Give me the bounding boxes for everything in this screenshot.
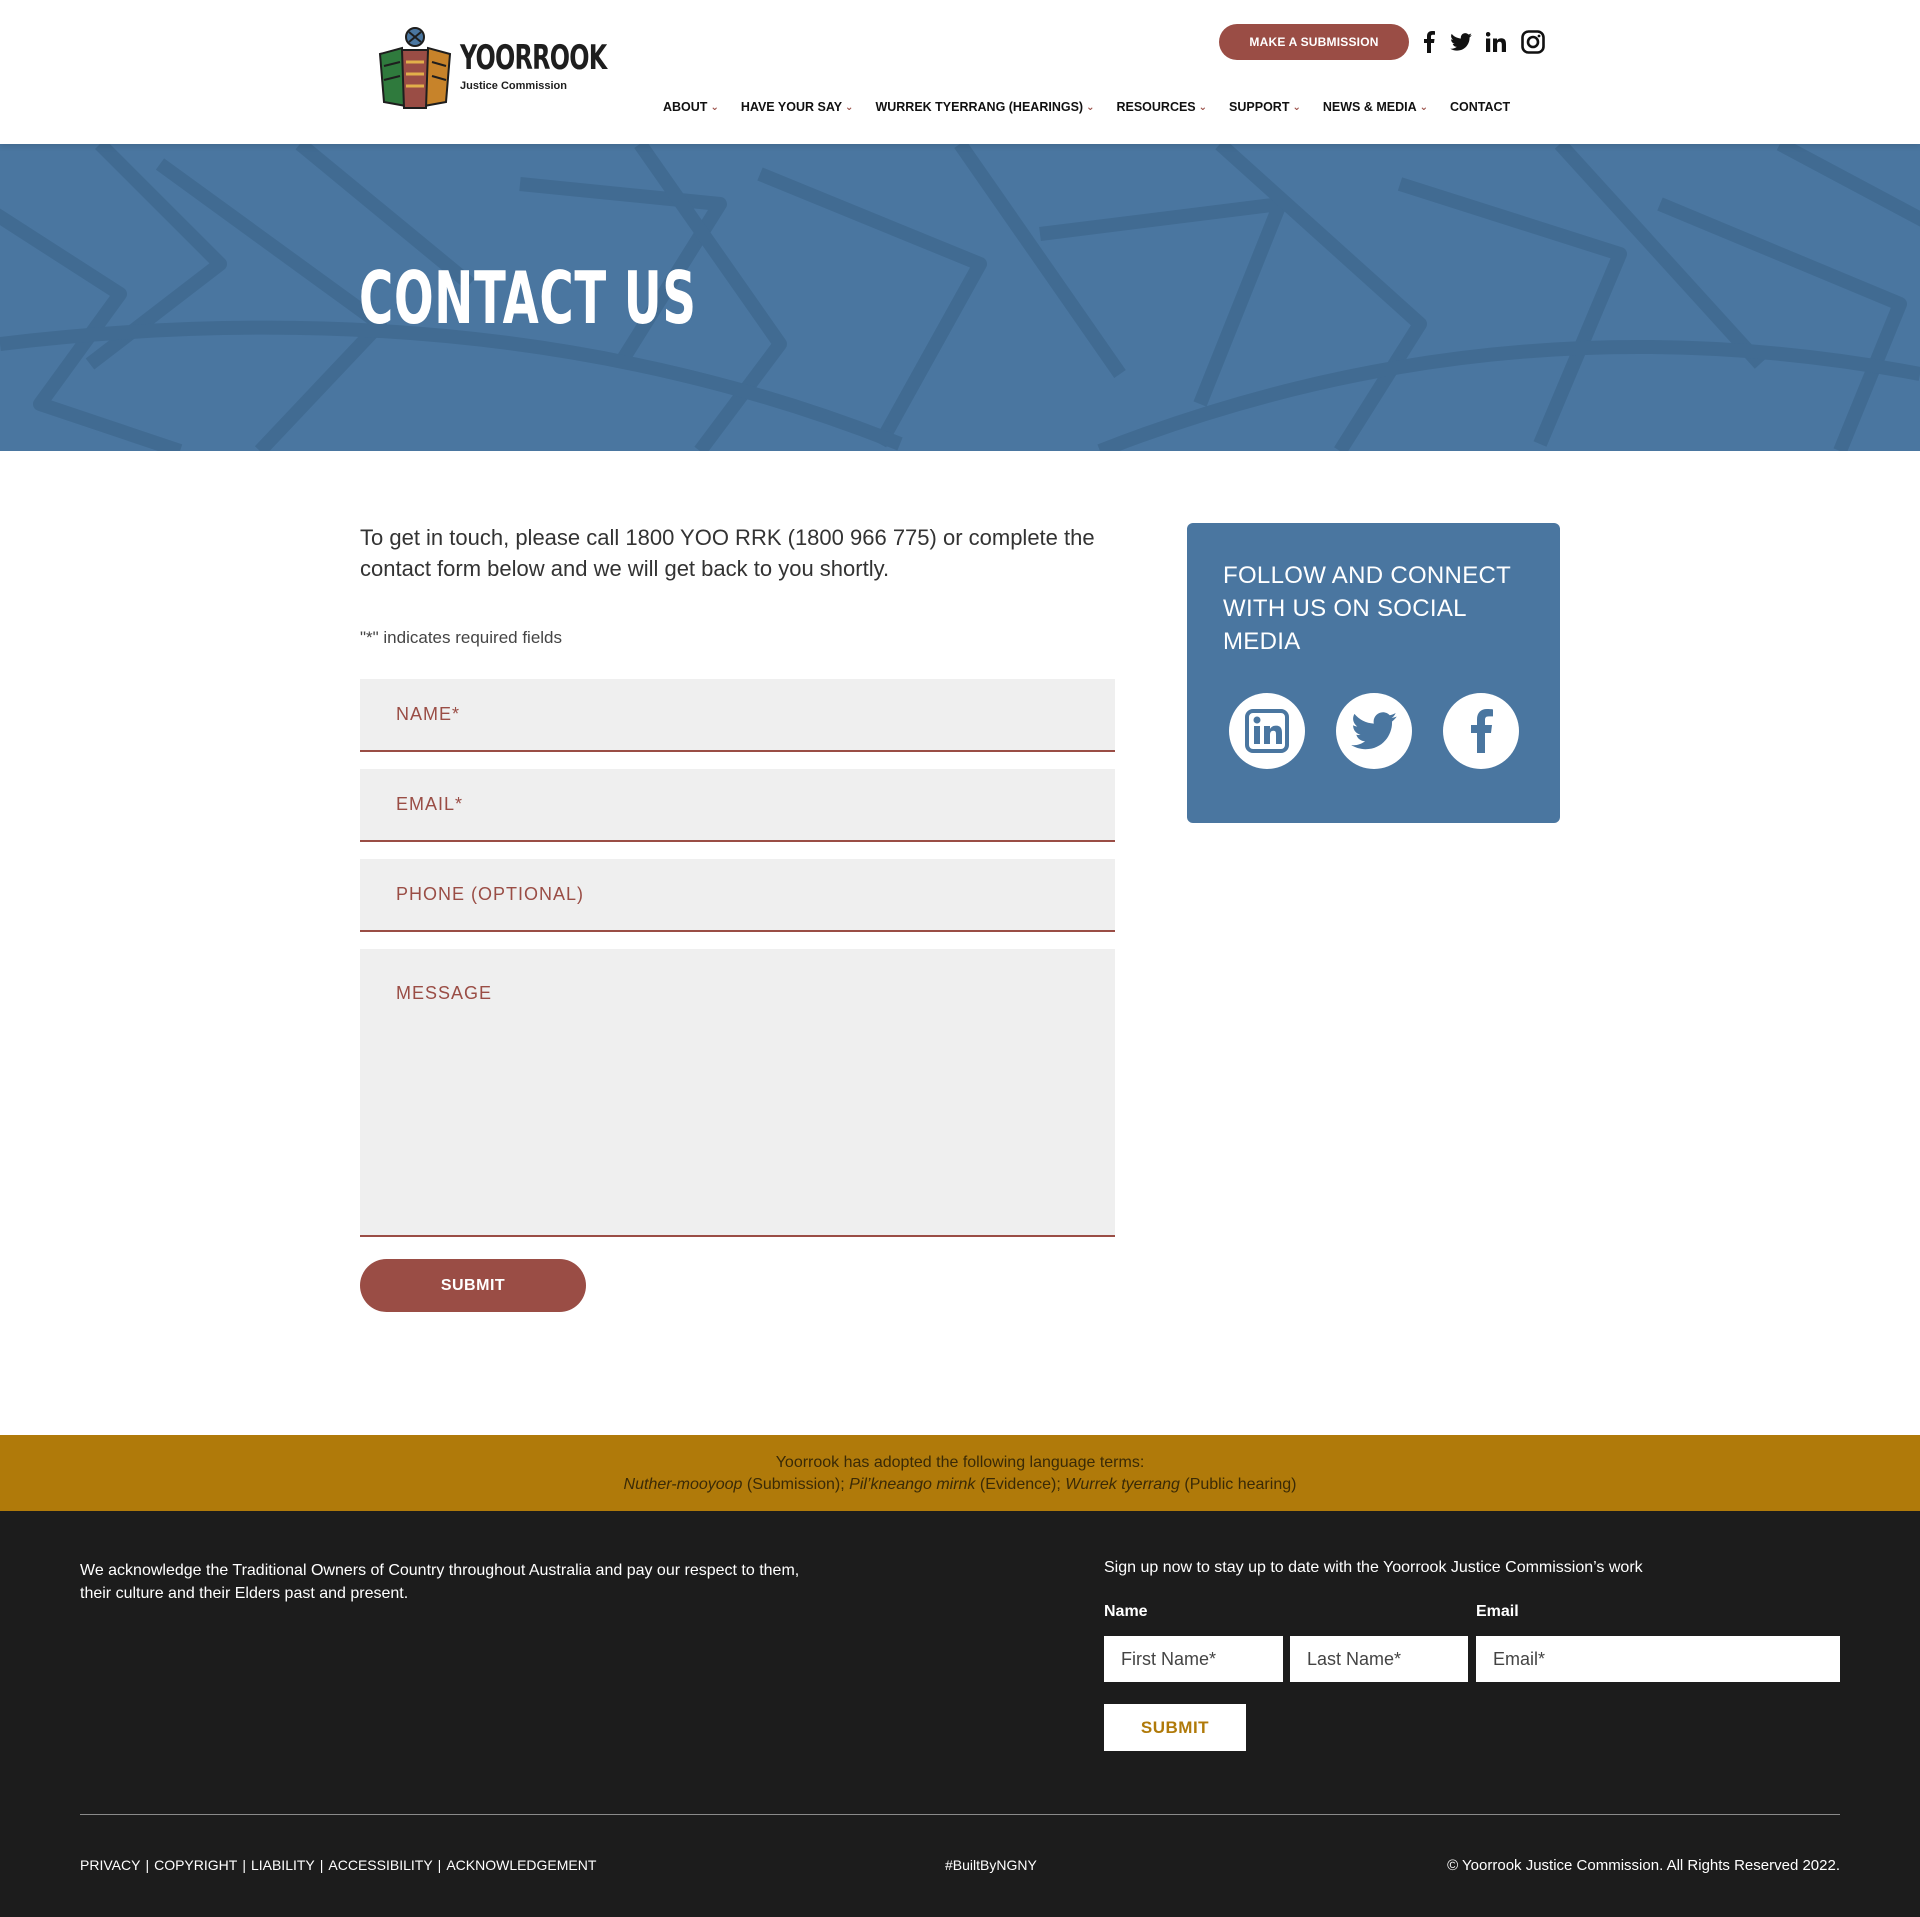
chevron-down-icon: ⌄ — [710, 101, 719, 113]
name-field-wrapper — [360, 679, 1115, 752]
newsletter-email-input[interactable] — [1476, 1636, 1840, 1682]
nav-item-label: HAVE YOUR SAY — [740, 100, 843, 114]
footer-link-accessibility[interactable]: ACCESSIBILITY — [328, 1857, 432, 1873]
newsletter-first-name-input[interactable] — [1104, 1636, 1283, 1682]
instagram-icon[interactable] — [1519, 28, 1547, 56]
email-input[interactable] — [360, 769, 1115, 840]
site-footer: We acknowledge the Traditional Owners of… — [0, 1511, 1920, 1917]
footer-link-separator: | — [145, 1857, 150, 1873]
language-term-meaning: (Submission); — [742, 1476, 850, 1493]
copyright-text: © Yoorrook Justice Commission. All Right… — [1447, 1857, 1840, 1874]
main-nav: ABOUT ⌄ HAVE YOUR SAY ⌄ WURREK TYERRANG (H… — [663, 100, 1532, 114]
footer-link-copyright[interactable]: COPYRIGHT — [154, 1857, 237, 1873]
footer-link-privacy[interactable]: PRIVACY — [80, 1857, 140, 1873]
footer-link-liability[interactable]: LIABILITY — [251, 1857, 315, 1873]
footer-link-acknowledgement[interactable]: ACKNOWLEDGEMENT — [446, 1857, 596, 1873]
nav-item-have-your-say[interactable]: HAVE YOUR SAY ⌄ — [741, 100, 854, 114]
chevron-down-icon: ⌄ — [845, 101, 854, 113]
built-by-link[interactable]: #BuiltByNGNY — [945, 1857, 1037, 1873]
nav-item-contact[interactable]: CONTACT — [1450, 100, 1510, 114]
hero-pattern — [0, 144, 1920, 451]
language-term: Wurrek tyerrang — [1065, 1476, 1180, 1493]
footer-link-separator: | — [319, 1857, 324, 1873]
name-input[interactable] — [360, 679, 1115, 750]
language-term-meaning: (Evidence); — [975, 1476, 1066, 1493]
site-logo[interactable]: YOORROOK Justice Commission — [372, 26, 607, 112]
chevron-down-icon: ⌄ — [1198, 101, 1208, 113]
linkedin-icon[interactable] — [1229, 693, 1305, 769]
page-title: CONTACT US — [359, 256, 697, 340]
nav-item-label: WURREK TYERRANG (HEARINGS) — [875, 100, 1084, 114]
language-term: Pil’kneango mirnk — [849, 1476, 976, 1493]
logo-wordmark: YOORROOK — [460, 38, 607, 78]
site-header: YOORROOK Justice Commission MAKE A SUBMI… — [0, 0, 1920, 144]
nav-item-label: SUPPORT — [1229, 100, 1290, 114]
newsletter-title: Sign up now to stay up to date with the … — [1104, 1559, 1643, 1576]
newsletter-last-name-input[interactable] — [1290, 1636, 1468, 1682]
nav-item-news-media[interactable]: NEWS & MEDIA ⌄ — [1323, 100, 1428, 114]
footer-divider — [80, 1814, 1840, 1815]
language-term: Nuther-mooyoop — [623, 1476, 743, 1493]
chevron-down-icon: ⌄ — [1419, 101, 1429, 113]
message-textarea[interactable] — [360, 949, 1115, 1235]
facebook-icon[interactable] — [1443, 693, 1519, 769]
nav-item-about[interactable]: ABOUT ⌄ — [663, 100, 719, 114]
acknowledgement-text: We acknowledge the Traditional Owners of… — [80, 1562, 800, 1602]
nav-item-hearings[interactable]: WURREK TYERRANG (HEARINGS) ⌄ — [875, 100, 1094, 114]
language-terms-intro: Yoorrook has adopted the following langu… — [775, 1454, 1145, 1471]
hero-banner: CONTACT US — [0, 144, 1920, 451]
required-fields-note: "*" indicates required fields — [360, 628, 563, 647]
intro-text: To get in touch, please call 1800 YOO RR… — [360, 525, 1095, 581]
nav-item-label: ABOUT — [663, 100, 708, 114]
twitter-icon[interactable] — [1336, 693, 1412, 769]
nav-item-label: CONTACT — [1450, 100, 1511, 114]
nav-item-support[interactable]: SUPPORT ⌄ — [1229, 100, 1301, 114]
footer-link-separator: | — [242, 1857, 246, 1873]
social-card-title: FOLLOW AND CONNECT WITH US ON SOCIAL MED… — [1223, 562, 1511, 655]
logo-subtitle: Justice Commission — [460, 80, 567, 92]
language-terms-bar: Yoorrook has adopted the following langu… — [0, 1435, 1920, 1511]
message-field-wrapper — [360, 949, 1115, 1237]
nav-item-resources[interactable]: RESOURCES ⌄ — [1116, 100, 1207, 114]
nav-item-label: RESOURCES — [1116, 100, 1196, 114]
footer-link-separator: | — [437, 1857, 442, 1873]
twitter-icon[interactable] — [1449, 28, 1473, 56]
newsletter-name-label: Name — [1104, 1603, 1148, 1620]
newsletter-submit-button[interactable]: SUBMIT — [1104, 1704, 1246, 1751]
social-card: FOLLOW AND CONNECT WITH US ON SOCIAL MED… — [1187, 523, 1560, 823]
chevron-down-icon: ⌄ — [1086, 101, 1095, 113]
make-submission-button[interactable]: MAKE A SUBMISSION — [1219, 24, 1409, 60]
newsletter-email-label: Email — [1476, 1603, 1519, 1620]
contact-submit-button[interactable]: SUBMIT — [360, 1259, 586, 1312]
footer-links: PRIVACY | COPYRIGHT | LIABILITY | ACCESS… — [80, 1857, 596, 1873]
nav-item-label: NEWS & MEDIA — [1322, 100, 1417, 114]
phone-input[interactable] — [360, 859, 1115, 930]
facebook-icon[interactable] — [1418, 28, 1440, 56]
language-terms-list: Nuther-mooyoop (Submission); Pil’kneango… — [0, 1474, 1920, 1496]
email-field-wrapper — [360, 769, 1115, 842]
language-term-meaning: (Public hearing) — [1179, 1476, 1297, 1493]
linkedin-icon[interactable] — [1484, 28, 1508, 56]
phone-field-wrapper — [360, 859, 1115, 932]
chevron-down-icon: ⌄ — [1292, 101, 1301, 113]
logo-emblem-icon — [378, 27, 452, 109]
